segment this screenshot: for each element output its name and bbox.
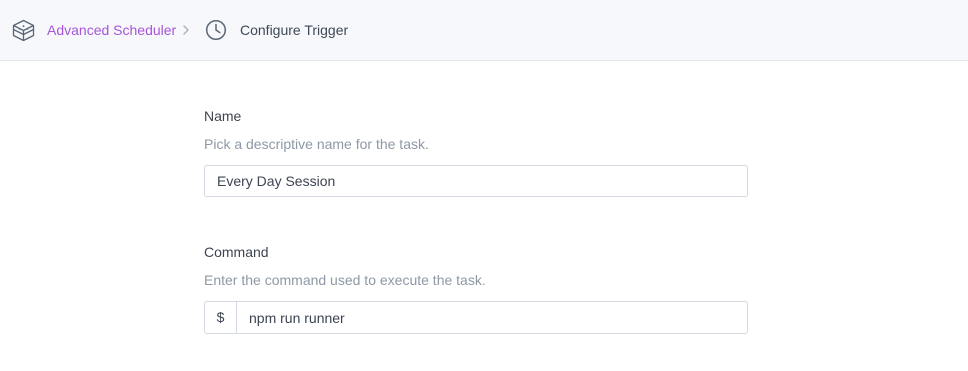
name-help-text: Pick a descriptive name for the task.: [204, 136, 429, 152]
top-bar: Advanced Scheduler Configure Trigger: [0, 0, 968, 61]
breadcrumb-app-link[interactable]: Advanced Scheduler: [47, 22, 176, 38]
stack-box-icon[interactable]: [11, 18, 36, 43]
command-input[interactable]: [237, 302, 747, 333]
command-label: Command: [204, 244, 269, 260]
name-label: Name: [204, 108, 242, 124]
breadcrumb-current-page: Configure Trigger: [240, 22, 349, 38]
name-input[interactable]: [204, 165, 748, 197]
clock-icon: [205, 19, 227, 41]
command-input-group: $: [204, 301, 748, 334]
command-help-text: Enter the command used to execute the ta…: [204, 272, 486, 288]
command-prefix: $: [205, 302, 237, 333]
chevron-right-icon: [183, 25, 189, 35]
